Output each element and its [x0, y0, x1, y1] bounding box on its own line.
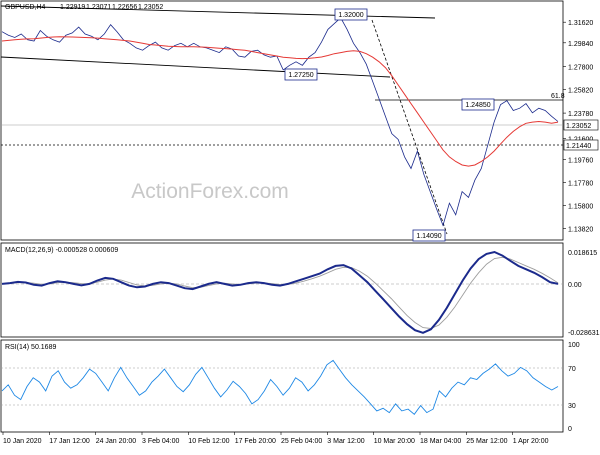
- rsi-axis-30: 30: [568, 403, 576, 410]
- current-price-tag: 1.23052: [563, 119, 599, 131]
- price-axis-label: 1.25820: [568, 87, 593, 94]
- chart-canvas: ActionForex.com GBPUSD,H4 1.22919 1.2307…: [0, 0, 600, 450]
- time-axis-label: 3 Feb 04:00: [142, 438, 179, 445]
- fib-label: 61.8: [551, 93, 565, 100]
- rsi-axis-0: 0: [568, 426, 572, 433]
- callout-high: 1.32000: [334, 8, 368, 21]
- chart-svg: ActionForex.com GBPUSD,H4 1.22919 1.2307…: [0, 0, 600, 445]
- price-axis-label: 1.13820: [568, 227, 593, 234]
- price-axis-label: 1.17780: [568, 181, 593, 188]
- price-axis-label: 1.23780: [568, 111, 593, 118]
- time-axis-label: 17 Feb 20:00: [235, 438, 276, 445]
- support-price-tag-text: 1.21440: [566, 143, 591, 150]
- macd-title: MACD(12,26,9) -0.000528 0.000609: [5, 247, 118, 254]
- callout-low: 1.14090: [412, 229, 446, 242]
- rsi-title: RSI(14) 50.1689: [5, 344, 56, 351]
- time-axis-label: 3 Mar 12:00: [327, 438, 364, 445]
- price-axis-label: 1.19760: [568, 158, 593, 165]
- callout-recovery: 1.24850: [461, 98, 495, 111]
- price-panel-frame: [0, 0, 564, 241]
- time-axis-label: 25 Mar 12:00: [466, 438, 507, 445]
- rsi-axis-100: 100: [568, 342, 580, 349]
- time-axis-label: 1 Apr 20:00: [513, 438, 549, 445]
- rsi-panel-frame: [0, 339, 564, 433]
- rsi-axis-70: 70: [568, 366, 576, 373]
- macd-axis-top: 0.018615: [568, 250, 597, 257]
- time-axis-label: 17 Jan 12:00: [49, 438, 90, 445]
- macd-axis-zero: 0.00: [568, 282, 582, 289]
- macd-panel-frame: [0, 242, 564, 338]
- price-axis-label: 1.29840: [568, 41, 593, 48]
- callout-recovery-text: 1.24850: [465, 102, 490, 109]
- macd-axis-bottom: -0.028631: [568, 330, 600, 337]
- callout-mid-low: 1.27250: [284, 68, 318, 81]
- ohlc-high: 1.23071: [86, 4, 111, 11]
- time-axis: 10 Jan 2020 17 Jan 12:00 24 Jan 20:00 3 Feb…: [2, 432, 549, 445]
- time-axis-label: 10 Mar 20:00: [374, 438, 415, 445]
- callout-high-text: 1.32000: [338, 12, 363, 19]
- price-axis-label: 1.27800: [568, 65, 593, 72]
- time-axis-label: 25 Feb 04:00: [281, 438, 322, 445]
- time-axis-label: 24 Jan 20:00: [96, 438, 137, 445]
- time-axis-label: 10 Feb 12:00: [188, 438, 229, 445]
- price-axis-label: 1.31620: [568, 20, 593, 27]
- time-axis-label: 18 Mar 04:00: [420, 438, 461, 445]
- current-price-tag-text: 1.23052: [566, 123, 591, 130]
- callout-low-text: 1.14090: [416, 233, 441, 240]
- support-price-tag: 1.21440: [563, 139, 599, 151]
- watermark: ActionForex.com: [131, 180, 289, 203]
- callout-mid-low-text: 1.27250: [288, 72, 313, 79]
- price-axis-label: 1.15800: [568, 204, 593, 211]
- time-axis-label: 10 Jan 2020: [3, 438, 42, 445]
